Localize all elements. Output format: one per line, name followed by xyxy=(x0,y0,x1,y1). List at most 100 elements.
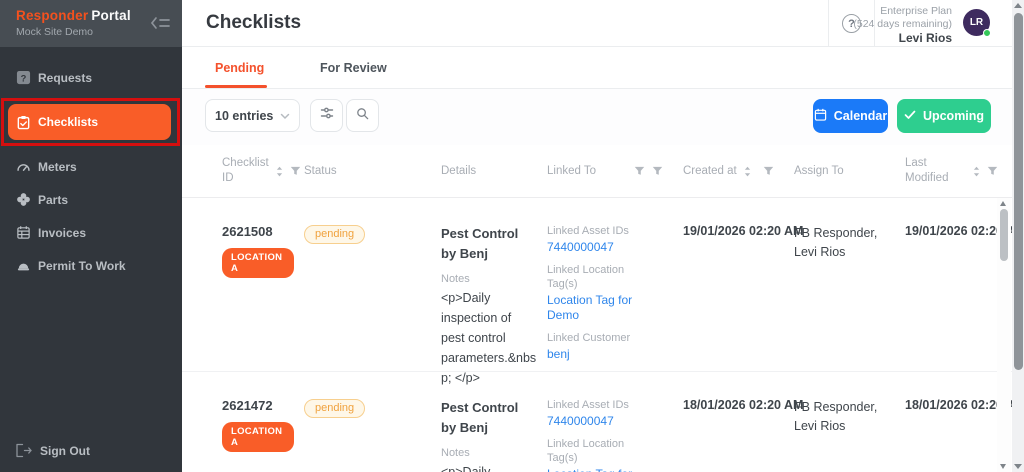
cell-assign-to: FB Responder, Levi Rios xyxy=(794,398,905,472)
cell-assign-to: FB Responder, Levi Rios xyxy=(794,224,905,388)
linked-asset-label: Linked Asset IDs xyxy=(547,398,642,412)
col-header-linked-to: Linked To xyxy=(547,164,683,179)
top-header: Checklists ? Enterprise Plan (524 days r… xyxy=(182,0,1012,47)
search-button[interactable] xyxy=(346,99,379,132)
col-header-last-modified: Last Modified xyxy=(905,156,1012,186)
help-box-icon: ? xyxy=(16,70,31,85)
linked-location-label: Linked Location Tag(s) xyxy=(547,263,642,291)
entries-dropdown[interactable]: 10 entries xyxy=(205,99,300,132)
filter-settings-button[interactable] xyxy=(310,99,343,132)
tab-bar: Pending For Review xyxy=(182,47,1012,89)
upcoming-button[interactable]: Upcoming xyxy=(897,99,991,133)
sidebar-header: ResponderPortal Mock Site Demo xyxy=(0,0,182,47)
table-scrollbar[interactable] xyxy=(997,198,1011,472)
sign-out-button[interactable]: Sign Out xyxy=(0,443,182,458)
invoice-icon xyxy=(16,225,31,240)
cell-status: pending xyxy=(304,398,441,472)
scroll-down-arrow-icon[interactable] xyxy=(1014,464,1022,469)
linked-customer-link[interactable]: benj xyxy=(547,347,642,362)
details-title: Pest Control by Benj xyxy=(441,398,537,438)
avatar[interactable]: LR xyxy=(963,9,990,36)
user-name: Levi Rios xyxy=(853,32,952,45)
notes-text: <p>Daily inspection of pest control para… xyxy=(441,288,537,388)
table-header-row: Checklist ID Status Details Linked To Cr… xyxy=(182,145,1012,198)
location-badge: LOCATION A xyxy=(222,248,294,278)
page-scrollbar-thumb[interactable] xyxy=(1014,13,1023,370)
sidebar-collapse-icon[interactable] xyxy=(150,14,172,32)
assign-to: FB Responder, Levi Rios xyxy=(794,224,894,262)
calendar-button[interactable]: Calendar xyxy=(813,99,888,133)
site-subtitle: Mock Site Demo xyxy=(16,26,168,38)
toolbar: 10 entries Calendar Upcoming xyxy=(182,89,1012,145)
header-divider xyxy=(828,0,829,47)
cell-status: pending xyxy=(304,224,441,388)
chevron-down-icon xyxy=(280,109,290,123)
sidebar-item-invoices[interactable]: Invoices xyxy=(0,216,182,249)
brand: ResponderPortal xyxy=(16,8,168,23)
brand-rest: Portal xyxy=(91,8,130,23)
entries-dropdown-value: 10 entries xyxy=(215,109,273,123)
cell-linked-to: Linked Asset IDs 7440000047 Linked Locat… xyxy=(547,224,683,388)
sidebar-item-permit-to-work[interactable]: Permit To Work xyxy=(0,249,182,282)
col-header-details: Details xyxy=(441,164,547,179)
sidebar-item-label: Invoices xyxy=(38,226,86,240)
avatar-initials: LR xyxy=(970,17,983,28)
upcoming-button-label: Upcoming xyxy=(923,109,984,123)
cell-checklist-id: 2621508 LOCATION A xyxy=(222,224,304,388)
notes-label: Notes xyxy=(441,272,536,286)
linked-asset-link[interactable]: 7440000047 xyxy=(547,240,642,255)
table-row[interactable]: 2621508 LOCATION A pending Pest Control … xyxy=(182,198,1012,371)
linked-location-label: Linked Location Tag(s) xyxy=(547,437,642,465)
filter-funnel-icon[interactable] xyxy=(987,166,998,176)
filter-funnel-icon[interactable] xyxy=(763,166,774,176)
assign-to: FB Responder, Levi Rios xyxy=(794,398,894,436)
page-title: Checklists xyxy=(206,12,301,34)
sort-icon[interactable] xyxy=(973,166,980,177)
last-modified: 18/01/2026 02:20 AM xyxy=(905,398,1012,412)
sign-out-icon xyxy=(14,443,32,458)
clipboard-check-icon xyxy=(16,115,31,130)
tab-pending[interactable]: Pending xyxy=(215,47,264,89)
sidebar-item-label: Meters xyxy=(38,160,77,174)
tab-for-review[interactable]: For Review xyxy=(320,47,387,89)
sliders-icon xyxy=(319,105,335,126)
scroll-up-arrow-icon[interactable] xyxy=(1000,201,1006,206)
checklist-id: 2621472 xyxy=(222,398,294,413)
sidebar-item-parts[interactable]: Parts xyxy=(0,183,182,216)
sort-icon[interactable] xyxy=(276,166,283,177)
checklist-id: 2621508 xyxy=(222,224,294,239)
filter-funnel-icon[interactable] xyxy=(290,166,301,176)
linked-customer-label: Linked Customer xyxy=(547,331,642,345)
details-title: Pest Control by Benj xyxy=(441,224,537,264)
page-scrollbar[interactable] xyxy=(1012,0,1024,472)
cell-created-at: 18/01/2026 02:20 AM xyxy=(683,398,794,472)
notes-label: Notes xyxy=(441,446,536,460)
linked-location-link[interactable]: Location Tag for Demo xyxy=(547,293,642,323)
active-tab-underline xyxy=(205,85,267,88)
sidebar-item-checklists-wrap: Checklists xyxy=(0,98,182,146)
linked-asset-label: Linked Asset IDs xyxy=(547,224,642,238)
sidebar-nav: ? Requests Checklists xyxy=(0,47,182,282)
hard-hat-icon xyxy=(16,258,31,273)
scroll-up-arrow-icon[interactable] xyxy=(1014,3,1022,8)
col-header-status: Status xyxy=(304,164,441,179)
plan-remaining: (524 days remaining) xyxy=(853,18,952,31)
online-status-dot xyxy=(983,29,991,37)
linked-location-link[interactable]: Location Tag for Demo xyxy=(547,467,642,472)
filter-funnel-icon[interactable] xyxy=(652,166,663,176)
sidebar-item-requests[interactable]: ? Requests xyxy=(0,61,182,94)
cell-linked-to: Linked Asset IDs 7440000047 Linked Locat… xyxy=(547,398,683,472)
location-badge: LOCATION A xyxy=(222,422,294,452)
sidebar-item-meters[interactable]: Meters xyxy=(0,150,182,183)
plan-info: Enterprise Plan (524 days remaining) Lev… xyxy=(853,5,952,45)
sidebar-item-checklists[interactable]: Checklists xyxy=(8,104,171,140)
scroll-down-arrow-icon[interactable] xyxy=(1000,464,1006,469)
filter-funnel-icon[interactable] xyxy=(634,166,645,176)
gauge-icon xyxy=(16,159,31,174)
table-body: 2621508 LOCATION A pending Pest Control … xyxy=(182,198,1012,472)
cell-checklist-id: 2621472 LOCATION A xyxy=(222,398,304,472)
table-scrollbar-thumb[interactable] xyxy=(1000,209,1008,261)
search-icon xyxy=(355,106,370,126)
sort-icon[interactable] xyxy=(744,166,751,177)
linked-asset-link[interactable]: 7440000047 xyxy=(547,414,642,429)
